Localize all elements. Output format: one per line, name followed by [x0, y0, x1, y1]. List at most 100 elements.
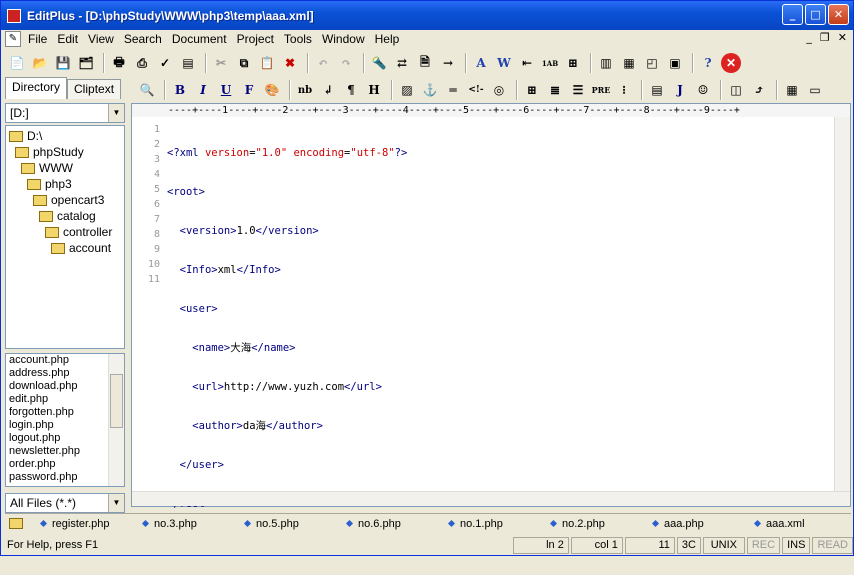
scroll-thumb[interactable]	[110, 374, 123, 428]
save-all-icon[interactable]: 🗂	[76, 53, 96, 73]
chevron-down-icon[interactable]: ▼	[108, 494, 124, 512]
pre-icon[interactable]: PRE	[591, 80, 611, 100]
doc-tab-no3[interactable]: no.3.php	[135, 518, 237, 530]
editor-vertical-scrollbar[interactable]	[834, 117, 850, 491]
output-window-icon[interactable]: ▦	[619, 53, 639, 73]
file-list-item[interactable]: logout.php	[6, 432, 124, 445]
emoji-icon[interactable]: ☺	[693, 80, 713, 100]
menu-tools[interactable]: Tools	[279, 32, 317, 46]
horizontal-rule-icon[interactable]: ═	[443, 80, 463, 100]
replace-icon[interactable]: ⇄	[392, 53, 412, 73]
file-list-item[interactable]: order.php	[6, 458, 124, 471]
tab-directory[interactable]: Directory	[5, 77, 68, 99]
directory-window-icon[interactable]: ▥	[596, 53, 616, 73]
window-icon[interactable]: ▭	[805, 80, 825, 100]
line-numbers-icon[interactable]: 1AB	[540, 53, 560, 73]
font-icon[interactable]: A	[471, 53, 491, 73]
browser-preview-icon[interactable]: 🔍	[137, 80, 157, 100]
mdi-minimize-icon[interactable]: _	[806, 31, 812, 44]
minimize-button[interactable]: _	[782, 4, 803, 25]
bold-icon[interactable]: B	[170, 80, 190, 100]
tree-node[interactable]: phpStudy	[6, 144, 124, 160]
menu-edit[interactable]: Edit	[52, 32, 83, 46]
file-list-item[interactable]: password.php	[6, 471, 124, 484]
tree-node[interactable]: opencart3	[6, 192, 124, 208]
menu-file[interactable]: File	[23, 32, 52, 46]
chevron-down-icon[interactable]: ▼	[108, 104, 124, 122]
document-icon[interactable]: ✎	[5, 31, 21, 47]
menu-view[interactable]: View	[83, 32, 119, 46]
line-break-icon[interactable]: ↲	[318, 80, 338, 100]
mdi-restore-icon[interactable]: ❐	[820, 31, 830, 44]
anchor-icon[interactable]: ⚓	[420, 80, 440, 100]
tree-node[interactable]: WWW	[6, 160, 124, 176]
directory-tree[interactable]: D:\ phpStudy WWW php3 opencart3 catalog contro…	[5, 125, 125, 349]
help-icon[interactable]: ?	[698, 53, 718, 73]
doc-tab-register[interactable]: register.php	[33, 518, 135, 530]
title-bar[interactable]: EditPlus - [D:\phpStudy\WWW\php3\temp\aa…	[1, 1, 853, 30]
file-list[interactable]: account.php address.php download.php edit.p…	[5, 353, 125, 487]
doc-tab-aaa-php[interactable]: aaa.php	[645, 518, 747, 530]
file-list-item[interactable]: account.php	[6, 354, 124, 367]
file-list-item[interactable]: newsletter.php	[6, 445, 124, 458]
file-list-item[interactable]: address.php	[6, 367, 124, 380]
table-icon[interactable]: ⊞	[522, 80, 542, 100]
tree-node[interactable]: controller	[6, 224, 124, 240]
save-icon[interactable]: 💾	[53, 53, 73, 73]
color-icon[interactable]: 🎨	[262, 80, 282, 100]
color-picker-icon[interactable]: ▦	[782, 80, 802, 100]
print-icon[interactable]: ⎙	[132, 53, 152, 73]
javascript-icon[interactable]: J	[670, 80, 690, 100]
close-button[interactable]: ✕	[828, 4, 849, 25]
redo-icon[interactable]: ↷	[336, 53, 356, 73]
paragraph-icon[interactable]: ¶	[341, 80, 361, 100]
style-icon[interactable]: ◎	[489, 80, 509, 100]
document-icon[interactable]: ▤	[178, 53, 198, 73]
new-file-icon[interactable]: 📄	[7, 53, 27, 73]
tree-node[interactable]: D:\	[6, 128, 124, 144]
link-icon[interactable]: ⤴	[749, 80, 769, 100]
doc-tab-no6[interactable]: no.6.php	[339, 518, 441, 530]
editor-pane[interactable]: ----+----1----+----2----+----3----+----4…	[131, 103, 851, 510]
file-filter-select[interactable]: All Files (*.*) ▼	[5, 493, 125, 513]
tree-node[interactable]: php3	[6, 176, 124, 192]
copy-icon[interactable]: ⧉	[234, 53, 254, 73]
ruler-icon[interactable]: ⇤	[517, 53, 537, 73]
undo-icon[interactable]: ↶	[313, 53, 333, 73]
menu-document[interactable]: Document	[167, 32, 232, 46]
stop-icon[interactable]: ✕	[721, 53, 741, 73]
doc-tab-aaa-xml[interactable]: aaa.xml	[747, 518, 827, 530]
cut-icon[interactable]: ✂	[211, 53, 231, 73]
image-icon[interactable]: ▨	[397, 80, 417, 100]
html-toolbar-icon[interactable]: ▤	[647, 80, 667, 100]
frame-icon[interactable]: ◫	[726, 80, 746, 100]
underline-icon[interactable]: U	[216, 80, 236, 100]
tab-cliptext[interactable]: Cliptext	[67, 79, 122, 99]
center-icon[interactable]: ≣	[545, 80, 565, 100]
find-in-files-icon[interactable]: 🗎	[415, 53, 435, 73]
print-preview-icon[interactable]: 🖶	[109, 53, 129, 73]
italic-icon[interactable]: I	[193, 80, 213, 100]
paste-icon[interactable]: 📋	[257, 53, 277, 73]
tree-node[interactable]: account	[6, 240, 124, 256]
nbsp-icon[interactable]: nb	[295, 80, 315, 100]
comment-icon[interactable]: <!-	[466, 80, 486, 100]
font-tag-icon[interactable]: F	[239, 80, 259, 100]
column-select-icon[interactable]: ⊞	[563, 53, 583, 73]
doc-tab-no5[interactable]: no.5.php	[237, 518, 339, 530]
tree-node[interactable]: catalog	[6, 208, 124, 224]
menu-help[interactable]: Help	[370, 32, 405, 46]
file-list-item[interactable]: login.php	[6, 419, 124, 432]
doc-tab-no1[interactable]: no.1.php	[441, 518, 543, 530]
maximize-button[interactable]: □	[805, 4, 826, 25]
file-list-item[interactable]: forgotten.php	[6, 406, 124, 419]
editor-horizontal-scrollbar[interactable]	[132, 491, 850, 506]
cliptext-icon[interactable]: ▣	[665, 53, 685, 73]
goto-line-icon[interactable]: →	[438, 53, 458, 73]
word-wrap-icon[interactable]: W	[494, 53, 514, 73]
doc-tab-no2[interactable]: no.2.php	[543, 518, 645, 530]
folder-icon[interactable]	[9, 518, 23, 529]
menu-window[interactable]: Window	[317, 32, 370, 46]
file-list-scrollbar[interactable]	[108, 354, 124, 486]
menu-project[interactable]: Project	[232, 32, 279, 46]
